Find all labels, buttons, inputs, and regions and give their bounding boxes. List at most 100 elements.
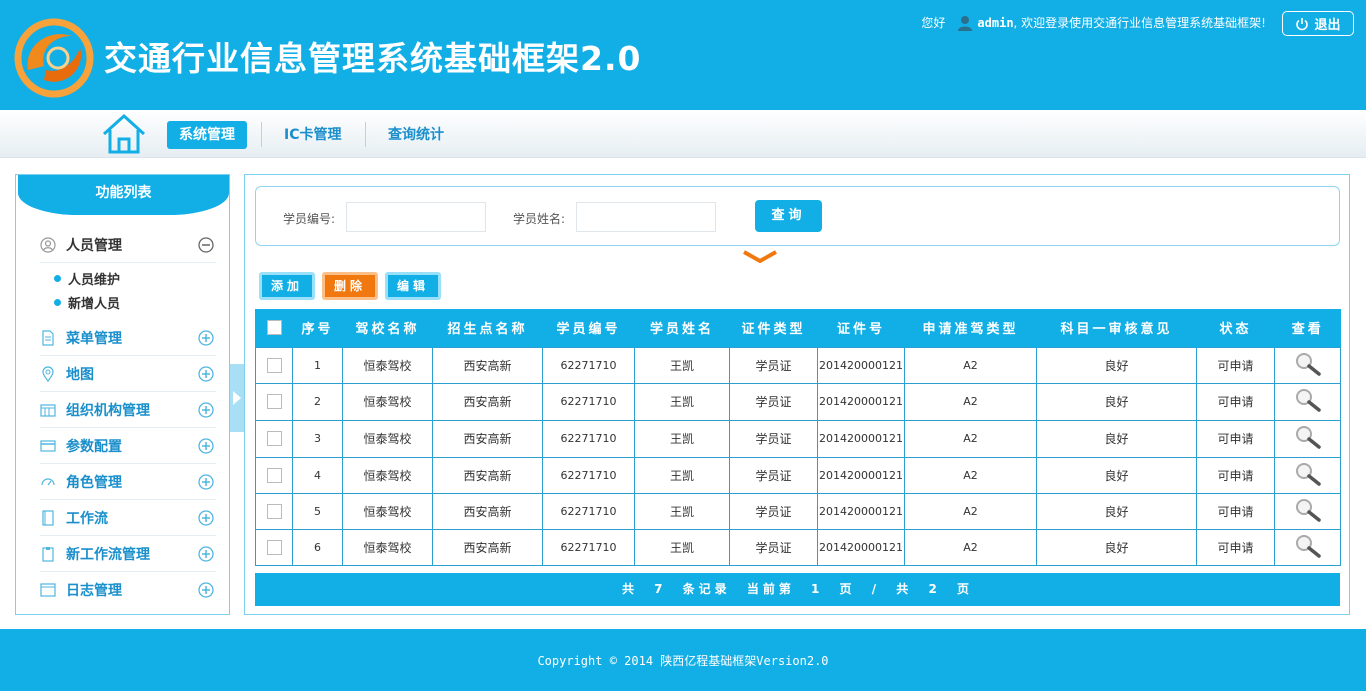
table-cell: 201420000121	[817, 492, 905, 530]
expand-plus-icon[interactable]	[198, 437, 214, 454]
expand-plus-icon[interactable]	[198, 401, 214, 418]
row-checkbox[interactable]	[266, 431, 282, 446]
table-cell: 62271710	[542, 382, 635, 421]
magnifier-icon[interactable]	[1294, 425, 1322, 449]
power-icon	[1296, 17, 1309, 30]
row-checkbox[interactable]	[266, 357, 282, 373]
search-button[interactable]: 查询	[755, 200, 822, 232]
table-cell: 3	[292, 419, 343, 458]
document-icon	[42, 329, 54, 346]
header: 交通行业信息管理系统基础框架2.0 您好 admin , 欢迎登录使用交通行业信…	[0, 0, 1366, 110]
magnifier-icon[interactable]	[1294, 388, 1322, 412]
table-cell: A2	[904, 492, 1037, 530]
edit-button[interactable]: 编辑	[385, 272, 441, 300]
sidebar-item-menu[interactable]: 菜单管理	[40, 320, 216, 356]
expand-plus-icon[interactable]	[198, 473, 214, 490]
sidebar-item-label: 参数配置	[66, 438, 122, 455]
row-checkbox[interactable]	[266, 394, 282, 409]
main-nav: 系统管理 IC卡管理 查询统计	[0, 110, 1366, 158]
table-row[interactable]: 1 恒泰驾校 西安高新 62271710 王凯 学员证 201420000121 A2 良好 可申…	[255, 346, 1341, 384]
column-header: 招生点名称	[432, 309, 543, 347]
sub-item-label: 人员维护	[68, 273, 121, 288]
column-header: 证件类型	[729, 309, 818, 347]
tab-query-statistics[interactable]: 查询统计	[376, 121, 456, 149]
add-button[interactable]: 添加	[259, 272, 315, 300]
nav-divider	[365, 122, 366, 147]
calendar-grid-icon	[40, 403, 56, 417]
expand-plus-icon[interactable]	[198, 545, 214, 562]
sidebar-item-new-workflow[interactable]: 新工作流管理	[40, 536, 216, 572]
footer: Copyright © 2014 陕西亿程基础框架Version2.0	[0, 629, 1366, 691]
table-cell: 恒泰驾校	[342, 528, 433, 566]
table-cell: 恒泰驾校	[342, 346, 433, 384]
table-cell: A2	[904, 382, 1037, 421]
sub-item-add-personnel[interactable]: 新增人员	[54, 293, 120, 312]
table-cell: 可申请	[1196, 419, 1275, 458]
column-header: 科目一审核意见	[1036, 309, 1197, 347]
sidebar-item-logs[interactable]: 日志管理	[40, 572, 216, 608]
table-row[interactable]: 3 恒泰驾校 西安高新 62271710 王凯 学员证 201420000121 A2 良好 可申…	[255, 419, 1341, 458]
table-cell: 1	[292, 346, 343, 384]
map-pin-icon	[42, 365, 54, 382]
sidebar-item-organization[interactable]: 组织机构管理	[40, 392, 216, 428]
delete-button[interactable]: 删除	[322, 272, 378, 300]
table-cell: 恒泰驾校	[342, 456, 433, 494]
row-select-cell	[255, 419, 293, 458]
table-row[interactable]: 5 恒泰驾校 西安高新 62271710 王凯 学员证 201420000121 A2 良好 可申…	[255, 492, 1341, 530]
row-checkbox[interactable]	[266, 467, 282, 483]
user-circle-icon	[40, 236, 56, 253]
sidebar-item-label: 角色管理	[66, 474, 122, 491]
sidebar-item-personnel[interactable]: 人员管理	[40, 227, 216, 263]
table-row[interactable]: 2 恒泰驾校 西安高新 62271710 王凯 学员证 201420000121 A2 良好 可申…	[255, 382, 1341, 421]
sidebar-item-roles[interactable]: 角色管理	[40, 464, 216, 500]
student-id-label: 学员编号:	[283, 212, 336, 226]
view-cell	[1274, 419, 1341, 458]
magnifier-icon[interactable]	[1294, 534, 1322, 558]
table-cell: 西安高新	[432, 492, 543, 530]
row-select-cell	[255, 382, 293, 421]
magnifier-icon[interactable]	[1294, 498, 1322, 522]
table-row[interactable]: 4 恒泰驾校 西安高新 62271710 王凯 学员证 201420000121 A2 良好 可申…	[255, 456, 1341, 494]
view-cell	[1274, 346, 1341, 384]
magnifier-icon[interactable]	[1294, 462, 1322, 486]
nav-divider	[261, 122, 262, 147]
expand-plus-icon[interactable]	[198, 365, 214, 382]
collapse-minus-icon[interactable]	[198, 236, 214, 253]
student-name-input[interactable]	[576, 202, 716, 232]
bullet-dot	[54, 299, 61, 306]
expand-plus-icon[interactable]	[198, 509, 214, 526]
tab-ic-card-management[interactable]: IC卡管理	[272, 121, 353, 149]
select-all-checkbox[interactable]	[266, 320, 282, 336]
sub-item-personnel-maintenance[interactable]: 人员维护	[54, 269, 120, 288]
sidebar-collapse-handle[interactable]	[230, 364, 244, 432]
expand-plus-icon[interactable]	[198, 329, 214, 346]
logout-label: 退出	[1314, 18, 1341, 33]
row-checkbox[interactable]	[266, 503, 282, 519]
sidebar-item-map[interactable]: 地图	[40, 356, 216, 392]
view-cell	[1274, 492, 1341, 530]
row-checkbox[interactable]	[266, 539, 282, 555]
user-icon	[958, 15, 973, 31]
chevron-down-icon[interactable]	[742, 250, 778, 264]
book-icon	[42, 509, 54, 526]
tab-system-management[interactable]: 系统管理	[167, 121, 247, 149]
search-panel: 学员编号: 学员姓名: 查询	[255, 186, 1340, 246]
greeting-text: 您好	[921, 16, 946, 30]
expand-plus-icon[interactable]	[198, 582, 214, 598]
sidebar-item-label: 新工作流管理	[66, 546, 150, 563]
table-cell: 良好	[1036, 346, 1197, 384]
sidebar-item-label: 人员管理	[66, 237, 122, 254]
data-table: 序号 驾校名称 招生点名称 学员编号 学员姓名 证件类型 证件号 申请准驾类型 …	[255, 309, 1341, 566]
table-cell: 王凯	[634, 419, 730, 458]
triangle-right-icon	[233, 391, 241, 405]
logo-icon	[14, 18, 94, 98]
student-id-input[interactable]	[346, 202, 486, 232]
sidebar-item-workflow[interactable]: 工作流	[40, 500, 216, 536]
home-icon[interactable]	[100, 112, 148, 156]
table-row[interactable]: 6 恒泰驾校 西安高新 62271710 王凯 学员证 201420000121 A2 良好 可申…	[255, 528, 1341, 566]
table-cell: A2	[904, 419, 1037, 458]
logout-button[interactable]: 退出	[1282, 11, 1354, 36]
sidebar-item-parameters[interactable]: 参数配置	[40, 428, 216, 464]
table-cell: A2	[904, 528, 1037, 566]
magnifier-icon[interactable]	[1294, 352, 1322, 376]
